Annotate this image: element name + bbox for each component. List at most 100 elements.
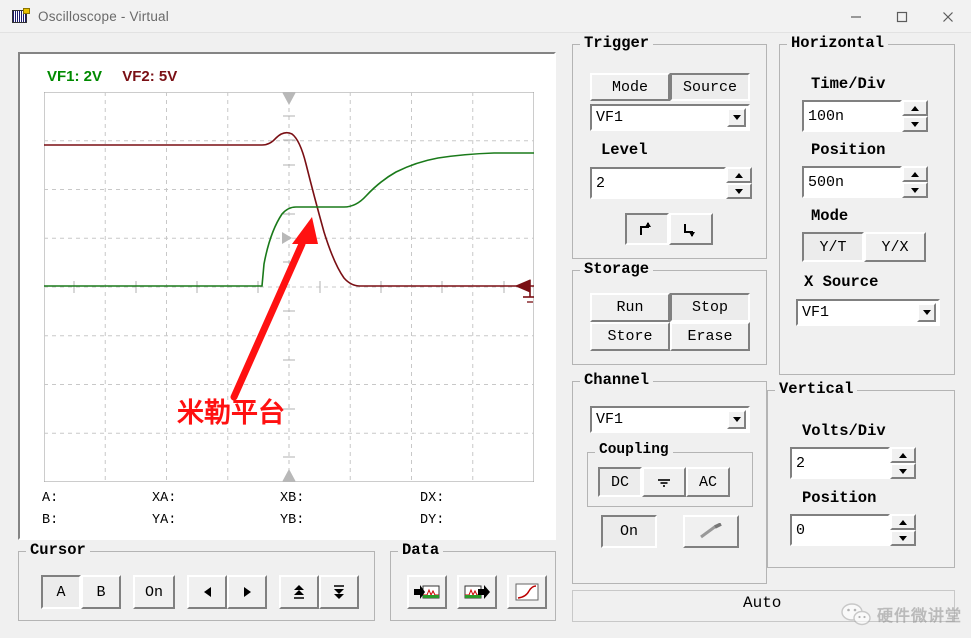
time-div-down-button[interactable] [902,116,928,132]
cursor-left-button[interactable] [187,575,227,609]
coupling-panel: Coupling DC AC [587,442,753,507]
cursor-legend: Cursor [26,541,90,559]
probe-button[interactable] [683,515,739,548]
chevron-down-icon[interactable] [917,303,936,322]
horizontal-position-input[interactable]: 500n [802,166,902,198]
cursor-panel: Cursor A B On [18,541,375,621]
x-source-select[interactable]: VF1 [796,299,940,326]
coupling-dc-button[interactable]: DC [598,467,642,497]
channel-on-button[interactable]: On [601,515,657,548]
cursor-on-button[interactable]: On [133,575,175,609]
data-legend: Data [398,541,444,559]
maximize-button[interactable] [879,0,925,33]
cursor-b-button[interactable]: B [81,575,121,609]
horizontal-position-up-button[interactable] [902,166,928,182]
chevron-down-icon[interactable] [727,410,746,429]
horizontal-mode-label: Mode [811,207,849,225]
rising-edge-icon [639,221,651,235]
storage-stop-button[interactable]: Stop [670,293,750,322]
trigger-source-value: VF1 [596,109,624,126]
storage-run-button[interactable]: Run [590,293,670,322]
mode-yt-button[interactable]: Y/T [802,232,864,262]
trigger-tab-source[interactable]: Source [670,73,750,101]
trigger-level-stepper[interactable] [726,167,752,199]
coupling-dc-label: DC [610,473,629,491]
storage-store-label: Store [607,328,653,345]
readout-dx: DX: [420,491,445,506]
cursor-down-button[interactable] [319,575,359,609]
falling-edge-icon [683,223,695,237]
volts-div-value: 2 [796,454,806,472]
horizontal-position-down-button[interactable] [902,182,928,198]
storage-legend: Storage [580,260,654,278]
trigger-tab-mode-label: Mode [611,78,648,96]
export-data-button[interactable] [457,575,497,609]
vertical-position-stepper[interactable] [890,514,916,546]
time-div-input[interactable]: 100n [802,100,902,132]
channel-panel: Channel VF1 Coupling DC AC On [572,371,767,584]
storage-store-button[interactable]: Store [590,322,670,351]
vertical-position-input[interactable]: 0 [790,514,890,546]
readout-row-1: A: XA: XB: DX: [30,491,550,513]
curve-plot-button[interactable] [507,575,547,609]
volts-div-label: Volts/Div [802,422,886,440]
probe-icon [700,522,722,538]
waveform-plot[interactable]: 米勒平台 [44,92,534,482]
wechat-icon [841,603,871,626]
vertical-position-value: 0 [796,521,806,539]
mode-yx-label: Y/X [881,238,909,256]
readout-xa: XA: [152,491,177,506]
volts-div-input[interactable]: 2 [790,447,890,479]
readout-dy: DY: [420,513,445,528]
ground-icon [658,479,670,487]
watermark-text: 硬件微讲堂 [876,606,962,625]
storage-run-label: Run [616,299,644,316]
time-div-label: Time/Div [811,75,886,93]
close-button[interactable] [925,0,971,33]
arrow-down-double-icon [334,585,344,599]
window-title: Oscilloscope - Virtual [38,8,169,24]
vertical-panel: Vertical Volts/Div 2 Position 0 [767,380,955,568]
cursor-right-button[interactable] [227,575,267,609]
mode-yx-button[interactable]: Y/X [864,232,926,262]
coupling-ac-button[interactable]: AC [686,467,730,497]
waveform-display[interactable]: VF1: 2V VF2: 5V 米勒平台 A: XA: XB: DX: B: Y… [18,52,556,540]
trigger-slope-falling-button[interactable] [669,213,713,245]
x-source-value: VF1 [802,304,830,321]
trigger-level-up-button[interactable] [726,167,752,183]
trigger-level-down-button[interactable] [726,183,752,199]
trigger-level-input[interactable]: 2 [590,167,726,199]
trigger-source-select[interactable]: VF1 [590,104,750,131]
mode-yt-label: Y/T [819,238,847,256]
volts-div-up-button[interactable] [890,447,916,463]
storage-erase-button[interactable]: Erase [670,322,750,351]
cursor-up-button[interactable] [279,575,319,609]
channel-select[interactable]: VF1 [590,406,750,433]
x-source-label: X Source [804,273,879,291]
curve-plot-icon [515,583,539,601]
readout-ya: YA: [152,513,177,528]
volts-div-down-button[interactable] [890,463,916,479]
trigger-slope-rising-button[interactable] [625,213,669,245]
import-data-icon [414,585,440,599]
vertical-legend: Vertical [775,380,858,398]
window-controls [833,0,971,33]
volts-div-stepper[interactable] [890,447,916,479]
coupling-ac-label: AC [698,473,717,491]
coupling-gnd-button[interactable] [642,467,686,497]
readout-yb: YB: [280,513,305,528]
horizontal-position-label: Position [811,141,886,159]
channel-legend: VF1: 2V VF2: 5V [47,68,177,85]
vertical-position-down-button[interactable] [890,530,916,546]
chevron-down-icon[interactable] [727,108,746,127]
minimize-button[interactable] [833,0,879,33]
cursor-a-button[interactable]: A [41,575,81,609]
cursor-b-label: B [96,583,106,601]
vertical-position-label: Position [802,489,877,507]
time-div-up-button[interactable] [902,100,928,116]
horizontal-position-stepper[interactable] [902,166,928,198]
vertical-position-up-button[interactable] [890,514,916,530]
time-div-stepper[interactable] [902,100,928,132]
import-data-button[interactable] [407,575,447,609]
trigger-tab-mode[interactable]: Mode [590,73,670,101]
